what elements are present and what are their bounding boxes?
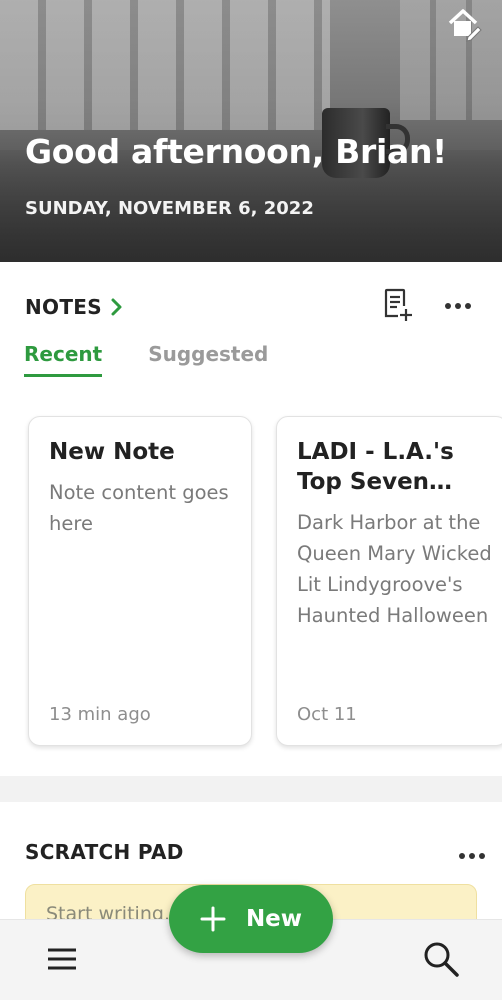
- notes-title: NOTES: [25, 295, 102, 319]
- note-card-title: LADI - L.A.'s Top Seven Halloween: [297, 439, 454, 495]
- menu-icon[interactable]: [46, 946, 78, 974]
- home-customize-icon[interactable]: [444, 4, 484, 44]
- notes-widget: NOTES Recent Suggested New Note Note con…: [0, 262, 502, 776]
- note-card[interactable]: LADI - L.A.'s Top Seven Halloween Dark H…: [276, 416, 502, 746]
- window-blinds-background: [0, 0, 330, 130]
- notes-header-link[interactable]: NOTES: [25, 295, 124, 319]
- note-card[interactable]: New Note Note content goes here 13 min a…: [28, 416, 252, 746]
- note-card-title: New Note: [49, 439, 175, 465]
- current-date: SUNDAY, NOVEMBER 6, 2022: [25, 198, 314, 219]
- plus-icon: [200, 906, 226, 932]
- tab-suggested[interactable]: Suggested: [148, 342, 268, 377]
- greeting-title: Good afternoon, Brian!: [25, 132, 447, 171]
- chevron-right-icon: [111, 298, 122, 316]
- new-note-icon[interactable]: [383, 288, 415, 322]
- header-hero: Good afternoon, Brian! SUNDAY, NOVEMBER …: [0, 0, 502, 262]
- notes-tabs: Recent Suggested: [24, 342, 314, 377]
- notes-more-options-icon[interactable]: [444, 298, 472, 314]
- note-card-date: Oct 11: [297, 704, 357, 725]
- search-icon[interactable]: [422, 940, 460, 978]
- scratch-pad-more-options-icon[interactable]: [458, 848, 486, 862]
- scratch-pad-title: SCRATCH PAD: [25, 840, 184, 864]
- tab-recent[interactable]: Recent: [24, 342, 103, 377]
- note-card-date: 13 min ago: [49, 704, 151, 725]
- note-card-snippet: Dark Harbor at the Queen Mary Wicked Lit…: [297, 511, 492, 627]
- new-note-button[interactable]: New: [169, 885, 333, 953]
- note-card-snippet: Note content goes here: [49, 481, 229, 535]
- new-button-label: New: [245, 906, 303, 932]
